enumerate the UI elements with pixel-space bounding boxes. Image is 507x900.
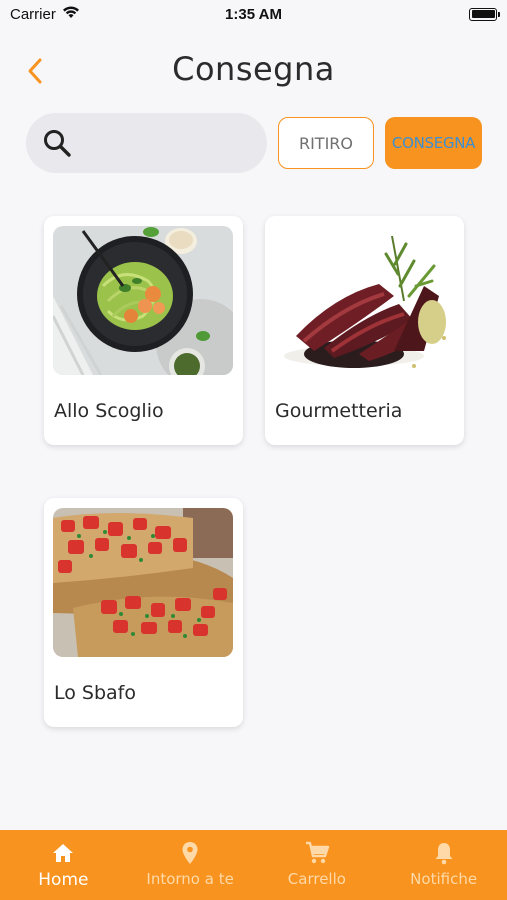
status-bar: Carrier 1:35 AM [0,0,507,28]
restaurant-card-lo-sbafo[interactable]: Lo Sbafo [44,498,243,727]
status-left: Carrier [10,5,80,23]
tab-label: Notifiche [410,870,478,888]
sliced-steak-photo [274,226,454,375]
tab-label: Intorno a te [146,870,234,888]
location-pin-icon [182,842,198,864]
restaurant-name: Lo Sbafo [54,682,136,704]
home-icon [53,844,74,862]
restaurant-name: Gourmetteria [275,400,403,422]
header: Consegna [0,48,507,94]
consegna-button[interactable]: CONSEGNA [385,117,482,169]
tab-home[interactable]: Home [0,830,127,900]
search-box[interactable] [26,113,267,173]
battery-icon [469,7,500,21]
filter-bar: RITIRO CONSEGNA [26,113,486,173]
wifi-icon [62,5,80,23]
restaurant-card-allo-scoglio[interactable]: Allo Scoglio [44,216,243,445]
pasta-with-shrimp-photo [53,226,233,375]
search-input[interactable] [90,123,250,163]
tab-notifiche[interactable]: Notifiche [380,830,507,900]
bruschetta-photo [53,508,233,657]
tab-carrello[interactable]: Carrello [254,830,381,900]
carrier-label: Carrier [10,5,56,23]
tab-label: Carrello [287,870,346,888]
ritiro-button[interactable]: RITIRO [278,117,374,169]
restaurant-card-gourmetteria[interactable]: Gourmetteria [265,216,464,445]
restaurant-name: Allo Scoglio [54,400,164,422]
bottom-tab-bar: Home Intorno a te Carrello Notifiche [0,830,507,900]
page-title: Consegna [172,50,335,88]
search-icon [44,130,71,157]
tab-label: Home [38,870,89,890]
cart-icon [305,841,330,864]
tab-intorno-a-te[interactable]: Intorno a te [127,830,254,900]
bell-icon [435,843,453,865]
